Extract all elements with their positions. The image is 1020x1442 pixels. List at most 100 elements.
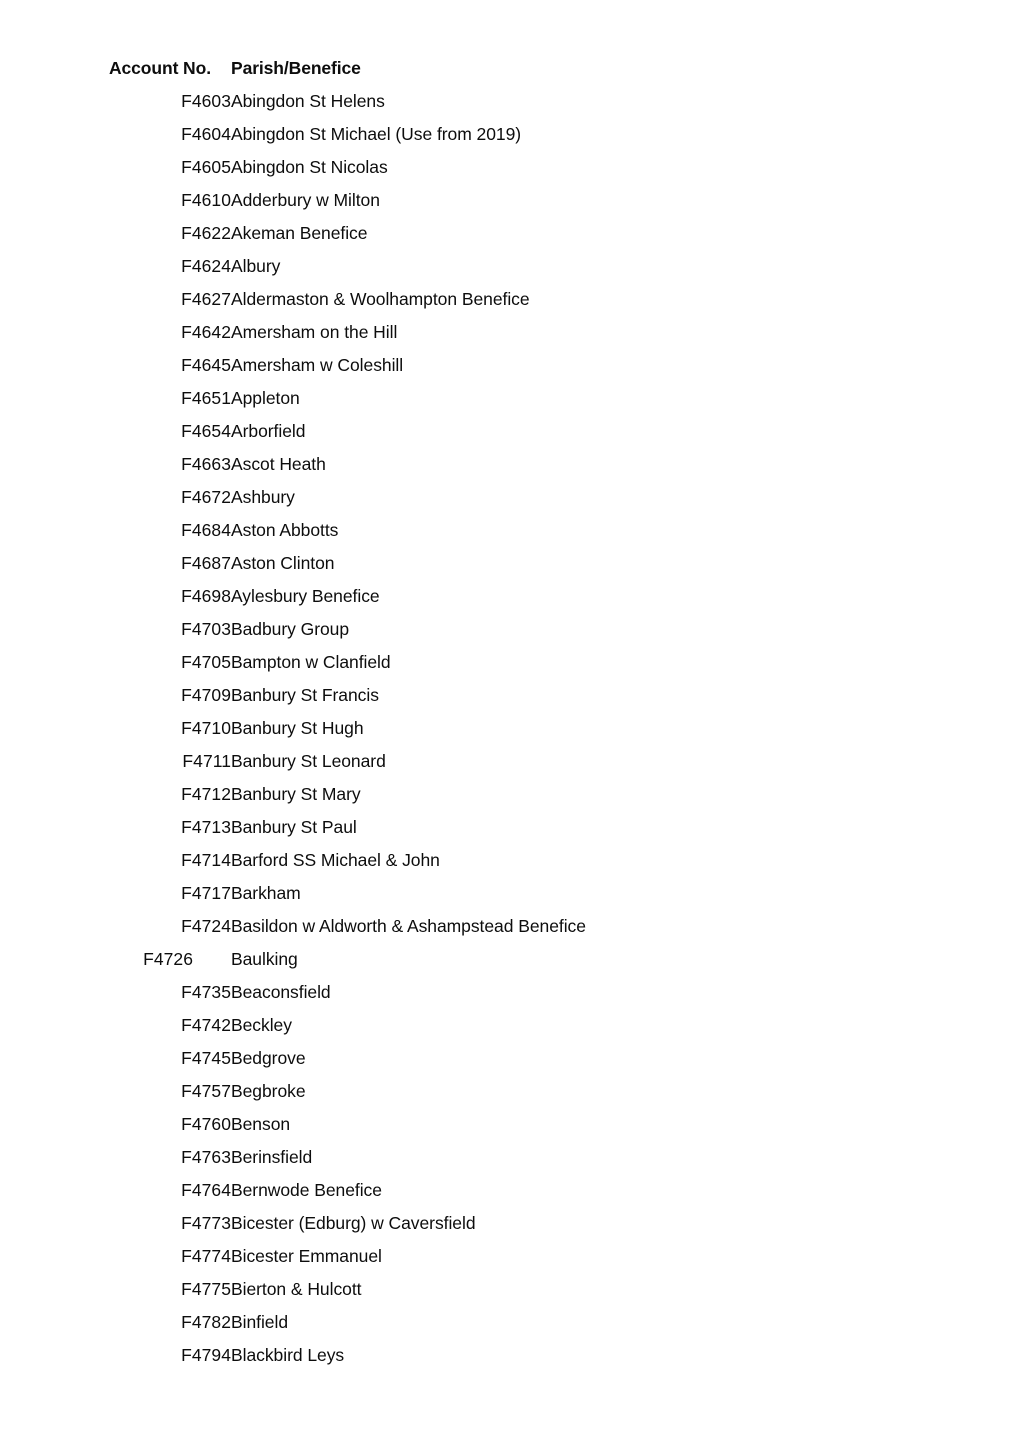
table-row: F4603 Abingdon St Helens <box>109 85 931 118</box>
cell-parish-benefice: Arborfield <box>231 421 306 441</box>
cell-parish-benefice: Banbury St Paul <box>231 817 357 837</box>
cell-account-no: F4745 <box>181 1048 231 1068</box>
table-row: F4622 Akeman Benefice <box>109 217 931 250</box>
cell-account-no: F4724 <box>181 916 231 936</box>
cell-parish-benefice: Binfield <box>231 1312 288 1332</box>
cell-account-no: F4775 <box>181 1279 231 1299</box>
cell-account-no: F4703 <box>181 619 231 639</box>
cell-parish-benefice: Banbury St Hugh <box>231 718 364 738</box>
column-header-account-no: Account No. <box>109 58 211 78</box>
table-row: F4742 Beckley <box>109 1009 931 1042</box>
table-row: F4698 Aylesbury Benefice <box>109 580 931 613</box>
cell-account-no: F4794 <box>181 1345 231 1365</box>
cell-account-no: F4705 <box>181 652 231 672</box>
cell-parish-benefice: Aston Clinton <box>231 553 335 573</box>
cell-account-no: F4764 <box>181 1180 231 1200</box>
table-row: F4610 Adderbury w Milton <box>109 184 931 217</box>
cell-account-no: F4763 <box>181 1147 231 1167</box>
cell-account-no: F4605 <box>181 157 231 177</box>
cell-parish-benefice: Badbury Group <box>231 619 350 639</box>
table-header: Account No. Parish/Benefice <box>109 52 931 85</box>
cell-parish-benefice: Amersham on the Hill <box>231 322 398 342</box>
cell-parish-benefice: Bedgrove <box>231 1048 306 1068</box>
cell-account-no: F4610 <box>181 190 231 210</box>
table-row: F4717 Barkham <box>109 877 931 910</box>
table-row: F4672 Ashbury <box>109 481 931 514</box>
cell-account-no: F4757 <box>181 1081 231 1101</box>
cell-account-no: F4603 <box>181 91 231 111</box>
cell-account-no: F4622 <box>181 223 231 243</box>
table-row: F4712 Banbury St Mary <box>109 778 931 811</box>
cell-parish-benefice: Albury <box>231 256 281 276</box>
cell-parish-benefice: Adderbury w Milton <box>231 190 380 210</box>
document-page: Account No. Parish/Benefice F4603 Abingdo… <box>0 0 1020 1442</box>
cell-account-no: F4714 <box>181 850 231 870</box>
cell-account-no: F4663 <box>181 454 231 474</box>
table-row: F4605 Abingdon St Nicolas <box>109 151 931 184</box>
cell-parish-benefice: Bicester Emmanuel <box>231 1246 382 1266</box>
cell-parish-benefice: Berinsfield <box>231 1147 313 1167</box>
cell-parish-benefice: Banbury St Francis <box>231 685 379 705</box>
table-row: F4714 Barford SS Michael & John <box>109 844 931 877</box>
cell-account-no: F4654 <box>181 421 231 441</box>
table-row: F4710 Banbury St Hugh <box>109 712 931 745</box>
table-row: F4684 Aston Abbotts <box>109 514 931 547</box>
table-row: F4687 Aston Clinton <box>109 547 931 580</box>
cell-parish-benefice: Abingdon St Michael (Use from 2019) <box>231 124 522 144</box>
cell-parish-benefice: Beckley <box>231 1015 292 1035</box>
cell-parish-benefice: Aldermaston & Woolhampton Benefice <box>231 289 530 309</box>
cell-account-no: F4773 <box>181 1213 231 1233</box>
table-row: F4735 Beaconsfield <box>109 976 931 1009</box>
cell-account-no: F4642 <box>181 322 231 342</box>
cell-account-no: F4717 <box>181 883 231 903</box>
cell-account-no: F4672 <box>181 487 231 507</box>
table-row: F4763 Berinsfield <box>109 1141 931 1174</box>
table-row: F4760 Benson <box>109 1108 931 1141</box>
parish-account-table: Account No. Parish/Benefice F4603 Abingdo… <box>109 52 931 1372</box>
table-row: F4773 Bicester (Edburg) w Caversfield <box>109 1207 931 1240</box>
table-row: F4774 Bicester Emmanuel <box>109 1240 931 1273</box>
cell-parish-benefice: Bampton w Clanfield <box>231 652 391 672</box>
cell-account-no: F4774 <box>181 1246 231 1266</box>
table-row: F4775 Bierton & Hulcott <box>109 1273 931 1306</box>
cell-parish-benefice: Bernwode Benefice <box>231 1180 382 1200</box>
cell-parish-benefice: Begbroke <box>231 1081 306 1101</box>
table-row: F4627 Aldermaston & Woolhampton Benefice <box>109 283 931 316</box>
cell-account-no: F4711 <box>182 751 231 771</box>
cell-account-no: F4782 <box>181 1312 231 1332</box>
table-row: F4645 Amersham w Coleshill <box>109 349 931 382</box>
cell-parish-benefice: Amersham w Coleshill <box>231 355 404 375</box>
table-row: F4709 Banbury St Francis <box>109 679 931 712</box>
cell-parish-benefice: Ascot Heath <box>231 454 326 474</box>
cell-account-no: F4687 <box>181 553 231 573</box>
table-row: F4764 Bernwode Benefice <box>109 1174 931 1207</box>
table-row: F4794 Blackbird Leys <box>109 1339 931 1372</box>
cell-parish-benefice: Abingdon St Helens <box>231 91 385 111</box>
table-row: F4726 Baulking <box>109 943 931 976</box>
cell-parish-benefice: Benson <box>231 1114 291 1134</box>
table-row: F4703 Badbury Group <box>109 613 931 646</box>
table-body: F4603 Abingdon St Helens F4604 Abingdon St … <box>109 85 931 1372</box>
cell-account-no: F4684 <box>181 520 231 540</box>
cell-account-no: F4735 <box>181 982 231 1002</box>
cell-account-no: F4713 <box>181 817 231 837</box>
table-row: F4604 Abingdon St Michael (Use from 2019) <box>109 118 931 151</box>
cell-account-no: F4698 <box>181 586 231 606</box>
table-row: F4745 Bedgrove <box>109 1042 931 1075</box>
cell-parish-benefice: Ashbury <box>231 487 295 507</box>
table-row: F4624 Albury <box>109 250 931 283</box>
cell-parish-benefice: Aston Abbotts <box>231 520 339 540</box>
cell-parish-benefice: Banbury St Mary <box>231 784 361 804</box>
cell-parish-benefice: Aylesbury Benefice <box>231 586 380 606</box>
cell-account-no: F4710 <box>181 718 231 738</box>
cell-parish-benefice: Abingdon St Nicolas <box>231 157 388 177</box>
cell-account-no: F4709 <box>181 685 231 705</box>
table-row: F4713 Banbury St Paul <box>109 811 931 844</box>
cell-account-no: F4760 <box>181 1114 231 1134</box>
cell-parish-benefice: Basildon w Aldworth & Ashampstead Benefi… <box>231 916 586 936</box>
cell-account-no: F4742 <box>181 1015 231 1035</box>
table-row: F4654 Arborfield <box>109 415 931 448</box>
cell-account-no: F4627 <box>181 289 231 309</box>
cell-account-no: F4651 <box>181 388 231 408</box>
cell-parish-benefice: Baulking <box>231 949 298 969</box>
